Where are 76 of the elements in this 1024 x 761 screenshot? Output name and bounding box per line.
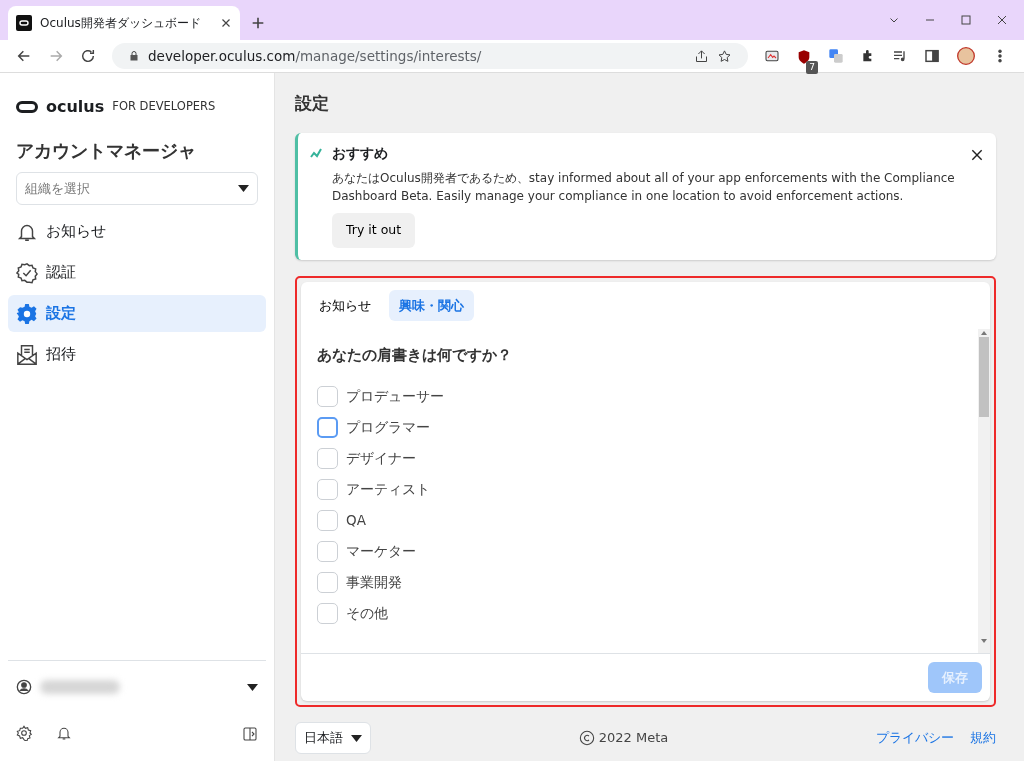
footer-link[interactable]: プライバシー (876, 728, 954, 748)
count-badge: 7 (806, 60, 818, 74)
settings-tab[interactable]: お知らせ (309, 289, 381, 321)
avatar-icon[interactable] (956, 46, 976, 66)
option-row[interactable]: マーケター (317, 535, 416, 567)
option-label: プロデューサー (346, 387, 444, 407)
checkbox[interactable] (317, 416, 338, 438)
option-row[interactable]: アーティスト (317, 473, 430, 505)
reload-icon[interactable] (80, 48, 96, 64)
checkbox[interactable] (317, 478, 338, 500)
copyright-icon (578, 730, 595, 746)
sidebar-item[interactable]: 設定 (8, 295, 266, 332)
account-icon (16, 679, 32, 695)
bell-icon[interactable] (56, 725, 72, 741)
option-label: QA (346, 511, 366, 531)
badge-icon (16, 261, 38, 284)
back-icon[interactable] (16, 48, 32, 64)
option-row[interactable]: その他 (317, 597, 388, 629)
sidebar-item[interactable]: お知らせ (8, 213, 266, 250)
sidebar-title: アカウントマネージャ (15, 139, 197, 163)
brand-wordmark: oculus (46, 96, 105, 118)
side-panel-icon[interactable] (924, 48, 940, 64)
scroll-thumb[interactable] (979, 337, 989, 417)
option-label: アーティスト (346, 480, 430, 500)
try-it-button[interactable]: Try it out (332, 212, 416, 248)
banner-title: おすすめ (332, 143, 388, 163)
playlist-icon[interactable] (892, 48, 908, 64)
option-label: その他 (346, 604, 388, 624)
option-label: デザイナー (346, 449, 416, 469)
settings-icon[interactable] (16, 725, 32, 741)
envelope-icon (16, 343, 38, 366)
option-label: プログラマー (346, 418, 430, 438)
checkbox[interactable] (317, 385, 338, 407)
close-icon[interactable] (996, 14, 1008, 26)
gear-icon (16, 302, 38, 325)
logo-icon (16, 101, 38, 113)
maximize-icon[interactable] (960, 14, 972, 26)
close-icon[interactable] (970, 148, 984, 162)
caret-icon (351, 734, 362, 742)
page-heading: 設定 (295, 92, 330, 115)
option-label: 事業開発 (346, 573, 402, 593)
option-row[interactable]: プログラマー (317, 411, 430, 443)
organization-select[interactable]: 組織を選択 (16, 172, 258, 205)
sidebar-item[interactable]: 招待 (8, 336, 266, 373)
language-select[interactable]: 日本語 (295, 722, 371, 754)
translate-icon[interactable] (828, 48, 844, 64)
caret-icon (238, 185, 249, 192)
close-icon[interactable] (220, 17, 232, 29)
option-row[interactable]: デザイナー (317, 442, 416, 474)
option-row[interactable]: プロデューサー (317, 380, 444, 412)
checkbox[interactable] (317, 509, 338, 531)
banner-text: あなたはOculus開発者であるため、stay informed about all of your app enforcements with the Compliance Dashboard Beta. Easily manage your compliance in one location to avoid enforcement actions. (332, 169, 956, 205)
footer-link[interactable]: 規約 (970, 728, 996, 748)
site-favicon-icon (16, 15, 32, 31)
lock-icon (128, 50, 140, 62)
address-bar[interactable]: developer.oculus.com/manage/settings/interests/ (112, 43, 748, 69)
panel-toggle-icon[interactable] (242, 725, 258, 742)
settings-tab[interactable]: 興味・関心 (389, 289, 474, 321)
sidebar-item[interactable]: 認証 (8, 254, 266, 291)
checkbox[interactable] (317, 540, 338, 562)
checkbox[interactable] (317, 602, 338, 624)
option-row[interactable]: QA (317, 504, 366, 536)
star-icon[interactable] (717, 48, 732, 64)
checkbox[interactable] (317, 447, 338, 469)
option-label: マーケター (346, 542, 416, 562)
question-heading: あなたの肩書きは何ですか？ (317, 346, 513, 365)
brand-tagline: FOR DEVELOPERS (112, 98, 216, 116)
option-row[interactable]: 事業開発 (317, 566, 402, 598)
new-tab-icon[interactable] (250, 15, 266, 31)
share-icon[interactable] (694, 48, 709, 64)
checkbox[interactable] (317, 571, 338, 593)
caret-icon[interactable] (247, 684, 258, 691)
shield-icon[interactable] (796, 48, 812, 65)
sparkle-icon (310, 146, 324, 159)
extension-icon[interactable] (764, 48, 780, 64)
copyright-text: 2022 Meta (598, 729, 669, 748)
